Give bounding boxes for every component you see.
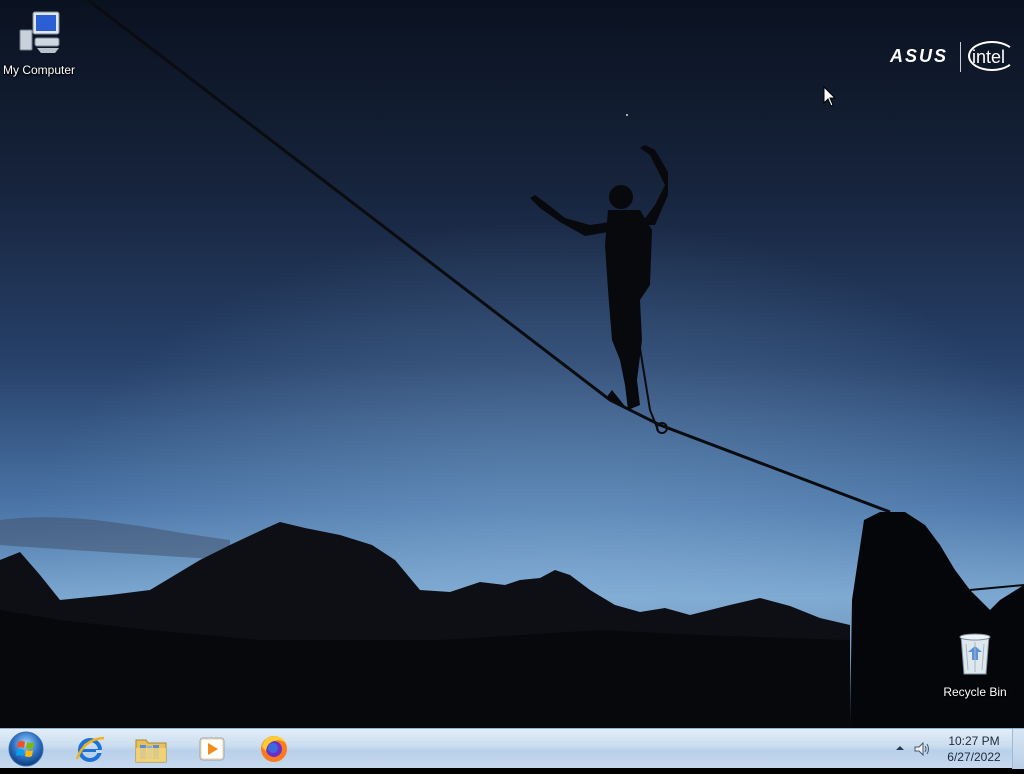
my-computer-label: My Computer (2, 63, 76, 77)
firefox-icon (261, 736, 287, 762)
start-button[interactable] (6, 729, 46, 769)
desktop[interactable]: My Computer Recycle Bin ASUS intel (0, 0, 1024, 728)
taskbar-firefox[interactable] (250, 731, 298, 767)
media-player-icon (199, 737, 225, 761)
taskbar: 10:27 PM 6/27/2022 (0, 728, 1024, 769)
recycle-bin-desktop-icon[interactable]: Recycle Bin (933, 630, 1017, 700)
taskbar-clock[interactable]: 10:27 PM 6/27/2022 (938, 733, 1010, 765)
oem-logos: ASUS intel (888, 38, 1020, 76)
internet-explorer-icon (75, 736, 105, 762)
asus-logo: ASUS (890, 46, 949, 66)
my-computer-desktop-icon[interactable]: My Computer (0, 8, 81, 78)
show-hidden-icons-chevron[interactable] (894, 742, 906, 754)
logo-divider (960, 42, 961, 72)
computer-icon (19, 11, 60, 53)
folder-library-icon (135, 739, 167, 763)
clock-date: 6/27/2022 (947, 750, 1001, 764)
mouse-cursor-icon (823, 86, 837, 107)
taskbar-windows-explorer[interactable] (127, 731, 175, 767)
system-tray: 10:27 PM 6/27/2022 (888, 729, 1024, 769)
taskbar-media-player[interactable] (188, 731, 236, 767)
recycle-bin-icon (959, 633, 991, 675)
speaker-icon[interactable] (913, 740, 931, 758)
wallpaper-slackline-silhouette (0, 0, 1024, 728)
recycle-bin-label: Recycle Bin (943, 685, 1007, 699)
windows-orb-icon (8, 731, 44, 767)
taskbar-internet-explorer[interactable] (66, 731, 114, 767)
show-desktop-button[interactable] (1012, 729, 1024, 769)
clock-time: 10:27 PM (948, 734, 1000, 748)
intel-logo-text: intel (972, 47, 1006, 67)
